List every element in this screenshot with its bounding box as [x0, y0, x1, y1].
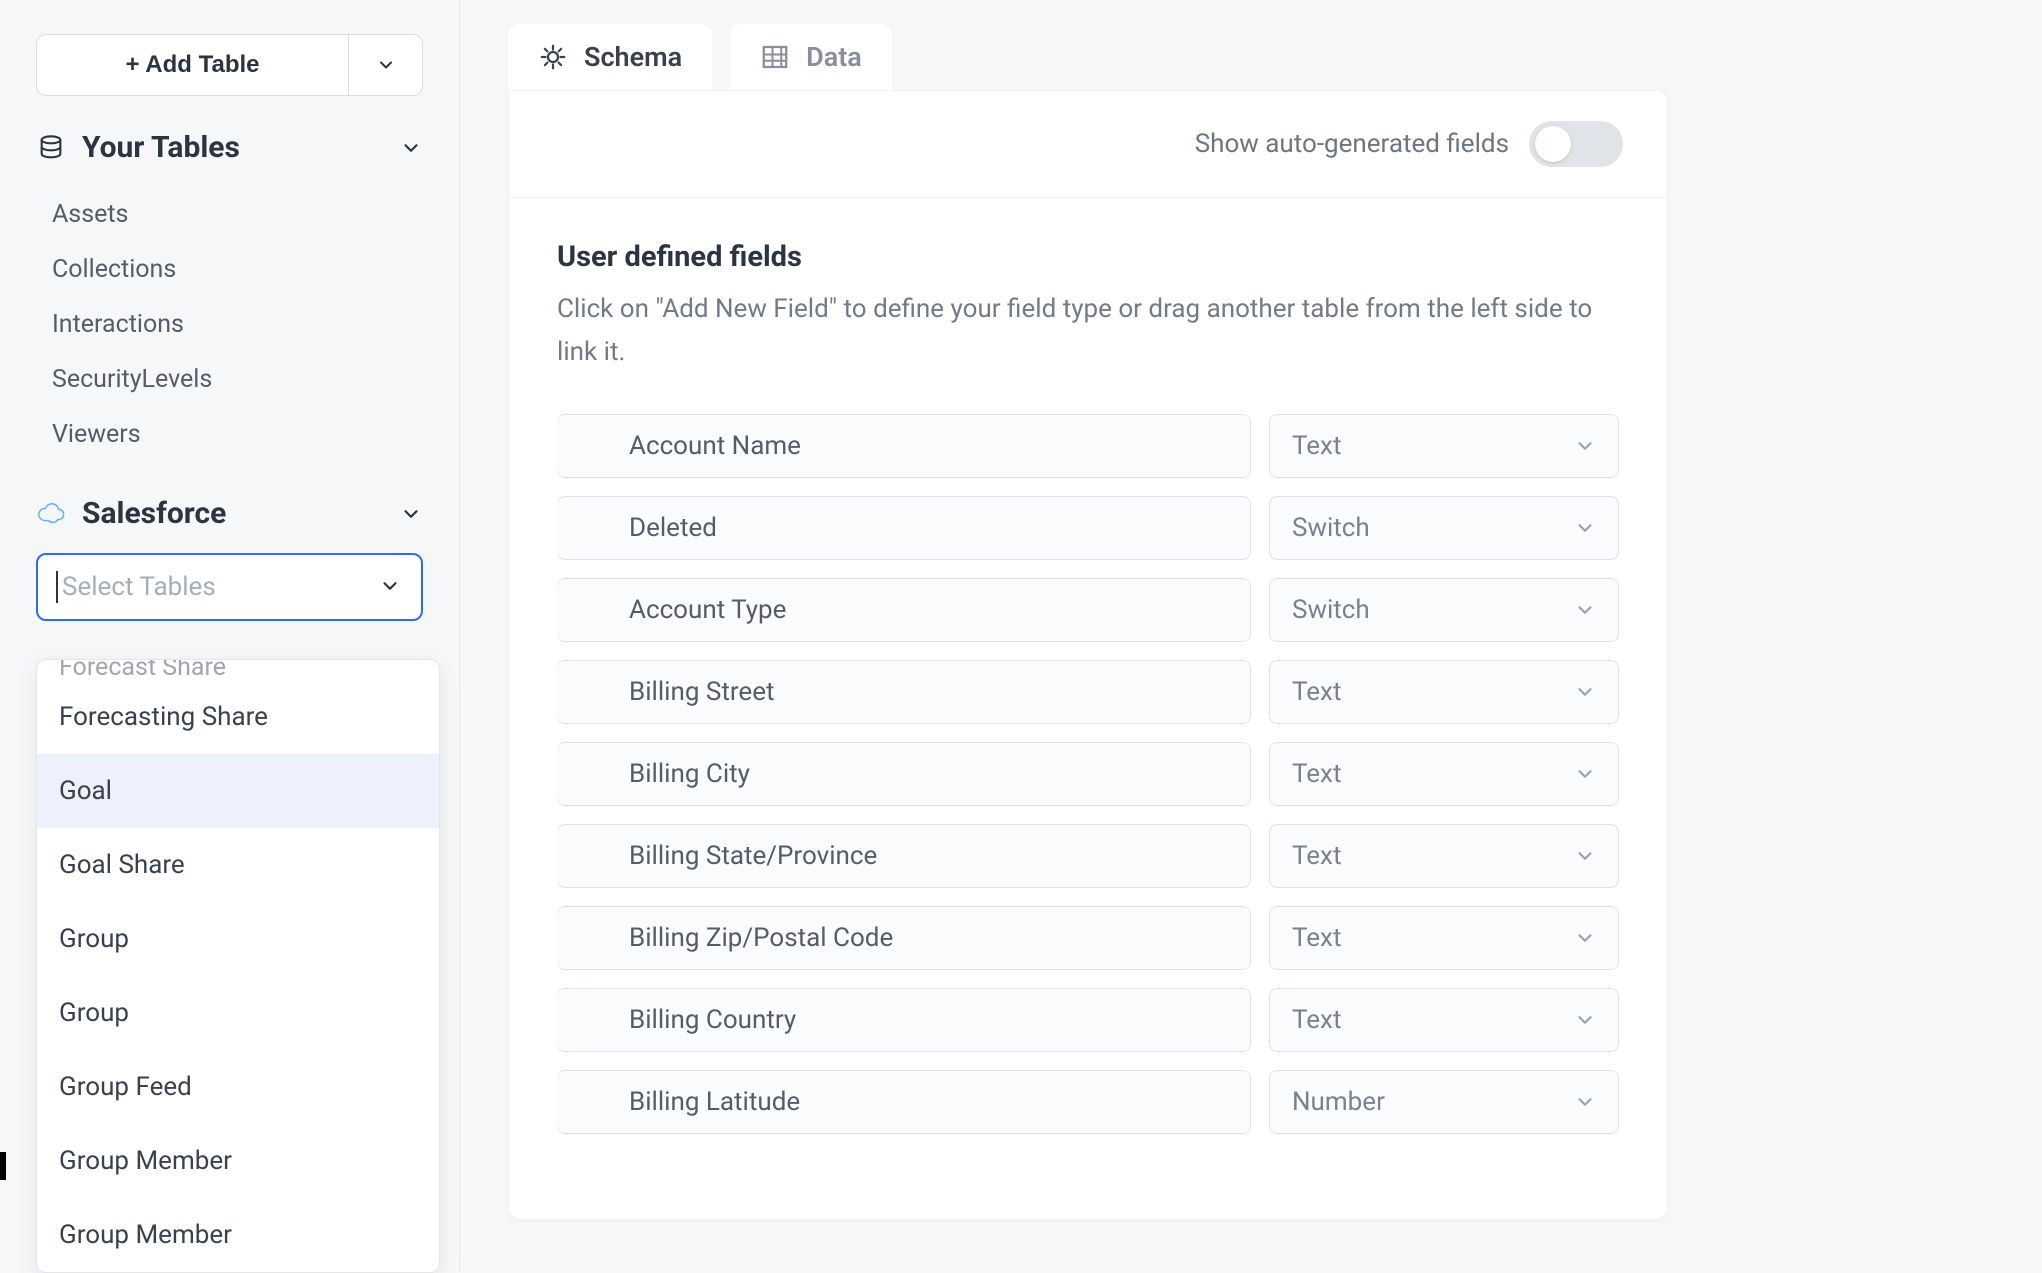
field-row: Billing Zip/Postal Code Text [557, 906, 1619, 970]
dropdown-option[interactable]: Forecasting Share [37, 680, 439, 754]
field-name-input[interactable]: Billing City [557, 742, 1251, 806]
chevron-down-icon [1574, 763, 1596, 785]
schema-icon [538, 42, 568, 72]
tab-data[interactable]: Data [730, 24, 892, 90]
table-item[interactable]: Interactions [36, 297, 423, 352]
field-row: Billing City Text [557, 742, 1619, 806]
salesforce-cloud-icon [36, 499, 66, 529]
dropdown-option[interactable]: Group Member [37, 1124, 439, 1198]
field-type-select[interactable]: Number [1269, 1070, 1619, 1134]
your-tables-section-header[interactable]: Your Tables [36, 130, 423, 165]
dropdown-option[interactable]: Group [37, 902, 439, 976]
content-card: Show auto-generated fields User defined … [508, 90, 1668, 1220]
dropdown-partial-item[interactable]: Forecast Share [37, 660, 439, 680]
chevron-down-icon [1574, 845, 1596, 867]
field-type-label: Number [1292, 1087, 1385, 1117]
table-item[interactable]: SecurityLevels [36, 352, 423, 407]
field-type-select[interactable]: Text [1269, 988, 1619, 1052]
field-type-label: Text [1292, 677, 1341, 707]
main-content: Schema Data Show auto-generated fields U… [460, 0, 2042, 1272]
field-name-input[interactable]: Billing Country [557, 988, 1251, 1052]
field-row: Deleted Switch [557, 496, 1619, 560]
auto-generated-toggle-row: Show auto-generated fields [509, 91, 1667, 198]
chevron-down-icon [1574, 1009, 1596, 1031]
your-tables-list: AssetsCollectionsInteractionsSecurityLev… [36, 187, 423, 462]
field-row: Billing State/Province Text [557, 824, 1619, 888]
sidebar: + Add Table Your Tables AssetsCollection… [8, 0, 460, 1272]
field-row: Billing Country Text [557, 988, 1619, 1052]
field-name-input[interactable]: Deleted [557, 496, 1251, 560]
salesforce-label: Salesforce [82, 496, 383, 531]
field-name-input[interactable]: Billing Street [557, 660, 1251, 724]
table-item[interactable]: Assets [36, 187, 423, 242]
chevron-down-icon [379, 575, 403, 599]
field-type-label: Text [1292, 431, 1341, 461]
field-type-label: Switch [1292, 513, 1370, 543]
auto-generated-toggle[interactable] [1529, 121, 1623, 167]
text-cursor [56, 571, 58, 603]
chevron-down-icon [1574, 435, 1596, 457]
chevron-down-icon [1574, 681, 1596, 703]
chevron-down-icon [376, 55, 396, 75]
field-type-label: Text [1292, 1005, 1341, 1035]
field-type-label: Text [1292, 759, 1341, 789]
field-row: Account Type Switch [557, 578, 1619, 642]
your-tables-label: Your Tables [82, 130, 383, 165]
field-type-select[interactable]: Text [1269, 824, 1619, 888]
field-type-label: Switch [1292, 595, 1370, 625]
field-type-select[interactable]: Switch [1269, 578, 1619, 642]
chevron-down-icon [399, 502, 423, 526]
select-tables-dropdown: Forecast Share Forecasting ShareGoalGoal… [36, 659, 440, 1273]
toggle-knob [1535, 126, 1571, 162]
field-row: Account Name Text [557, 414, 1619, 478]
chevron-down-icon [1574, 1091, 1596, 1113]
auto-generated-toggle-label: Show auto-generated fields [1195, 129, 1509, 159]
select-tables-combobox[interactable]: Select Tables [36, 553, 423, 621]
dropdown-option[interactable]: Group [37, 976, 439, 1050]
field-type-select[interactable]: Text [1269, 660, 1619, 724]
salesforce-section-header[interactable]: Salesforce [36, 496, 423, 531]
chevron-down-icon [1574, 517, 1596, 539]
add-table-button[interactable]: + Add Table [36, 34, 349, 96]
dropdown-option[interactable]: Goal [37, 754, 439, 828]
user-defined-fields-description: Click on "Add New Field" to define your … [557, 288, 1607, 374]
user-defined-fields-title: User defined fields [557, 240, 1619, 274]
field-name-input[interactable]: Billing State/Province [557, 824, 1251, 888]
chevron-down-icon [399, 136, 423, 160]
field-name-input[interactable]: Account Name [557, 414, 1251, 478]
field-name-input[interactable]: Account Type [557, 578, 1251, 642]
fields-list: Account NameTextDeletedSwitchAccount Typ… [557, 414, 1619, 1134]
dropdown-option[interactable]: Group Member [37, 1198, 439, 1272]
field-name-input[interactable]: Billing Zip/Postal Code [557, 906, 1251, 970]
field-row: Billing Street Text [557, 660, 1619, 724]
field-name-input[interactable]: Billing Latitude [557, 1070, 1251, 1134]
field-type-label: Text [1292, 841, 1341, 871]
table-item[interactable]: Collections [36, 242, 423, 297]
field-type-select[interactable]: Switch [1269, 496, 1619, 560]
tabs: Schema Data [508, 24, 2014, 90]
tab-schema[interactable]: Schema [508, 24, 712, 90]
field-type-select[interactable]: Text [1269, 414, 1619, 478]
tab-data-label: Data [806, 41, 862, 73]
table-grid-icon [760, 42, 790, 72]
chevron-down-icon [1574, 599, 1596, 621]
database-icon [36, 133, 66, 163]
field-row: Billing Latitude Number [557, 1070, 1619, 1134]
field-type-select[interactable]: Text [1269, 906, 1619, 970]
select-tables-placeholder: Select Tables [62, 572, 379, 602]
add-table-dropdown-button[interactable] [349, 34, 423, 96]
table-item[interactable]: Viewers [36, 407, 423, 462]
dropdown-option[interactable]: Goal Share [37, 828, 439, 902]
field-type-select[interactable]: Text [1269, 742, 1619, 806]
chevron-down-icon [1574, 927, 1596, 949]
dropdown-option[interactable]: Group Feed [37, 1050, 439, 1124]
tab-schema-label: Schema [584, 41, 682, 73]
edge-marker [0, 1152, 6, 1180]
field-type-label: Text [1292, 923, 1341, 953]
